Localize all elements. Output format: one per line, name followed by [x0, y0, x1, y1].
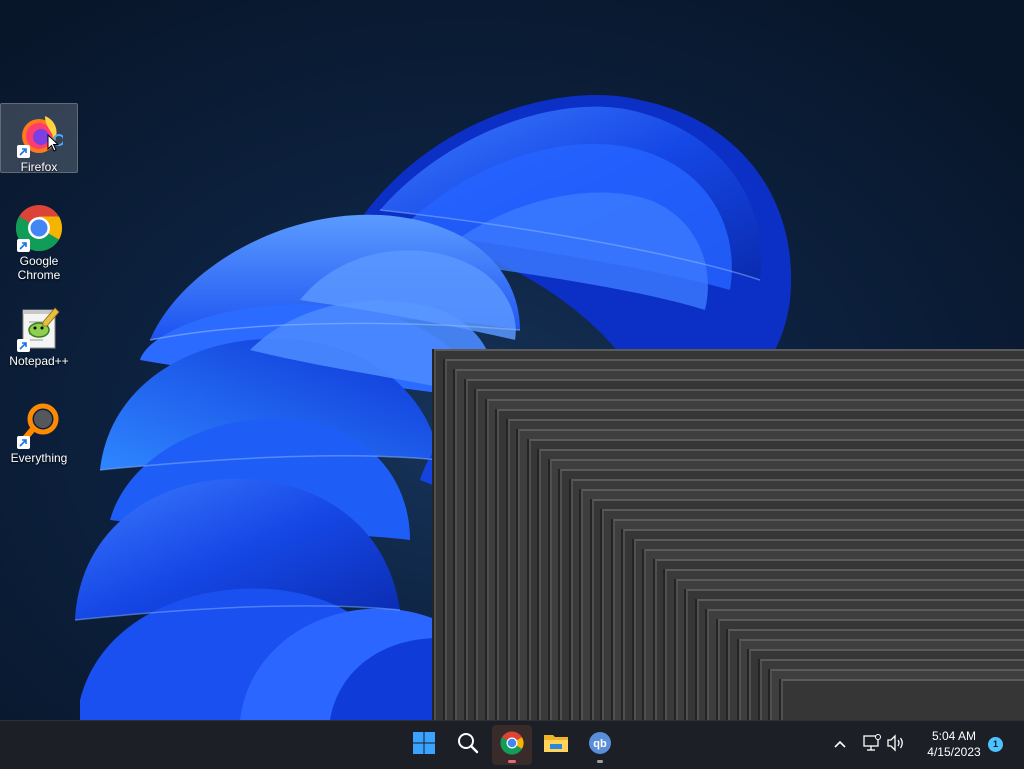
qbittorrent-icon: qb [588, 731, 612, 760]
running-indicator [597, 760, 603, 763]
network-icon [862, 734, 882, 757]
running-indicator [508, 760, 516, 763]
clock-time: 5:04 AM [912, 728, 996, 744]
windows-start-icon [412, 731, 436, 760]
network-button[interactable] [860, 733, 884, 757]
search-icon [456, 731, 480, 760]
taskbar-qbittorrent-button[interactable]: qb [580, 725, 620, 765]
svg-text:qb: qb [593, 738, 607, 750]
taskbar: qb 5:04 AM 4/15/20 [0, 720, 1024, 769]
notification-badge[interactable]: 1 [988, 737, 1003, 752]
clock-date: 4/15/2023 [912, 744, 996, 760]
taskbar-file-explorer-button[interactable] [536, 725, 576, 765]
window-trail [0, 0, 1024, 720]
chevron-up-icon [833, 736, 847, 754]
show-hidden-icons-button[interactable] [828, 733, 852, 757]
clock[interactable]: 5:04 AM 4/15/2023 [912, 728, 996, 760]
volume-button[interactable] [884, 733, 908, 757]
file-explorer-icon [543, 731, 569, 760]
chrome-icon [500, 731, 524, 760]
taskbar-chrome-button[interactable] [492, 725, 532, 765]
search-button[interactable] [448, 725, 488, 765]
window-ghost [781, 679, 1024, 720]
start-button[interactable] [404, 725, 444, 765]
desktop[interactable]: Firefox Google Chrome [0, 0, 1024, 720]
volume-icon [886, 734, 906, 757]
